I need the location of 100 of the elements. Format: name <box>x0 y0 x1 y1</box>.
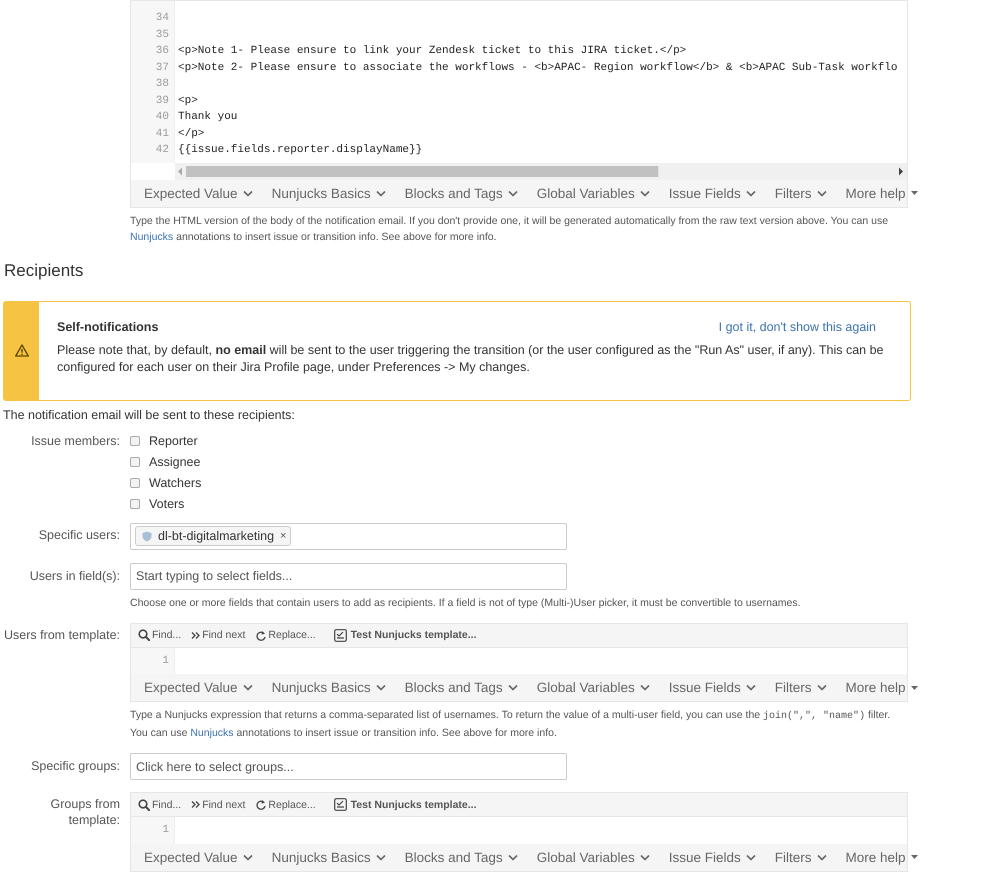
editor-tool-button[interactable]: Find next <box>189 629 248 641</box>
input-field[interactable]: Start typing to select fields... <box>130 562 567 590</box>
help-menu-button[interactable]: Nunjucks Basics <box>264 680 393 695</box>
chevron-down-icon <box>746 190 756 196</box>
checkbox[interactable] <box>130 436 140 446</box>
refresh-icon <box>255 799 266 810</box>
search-icon <box>138 798 150 810</box>
checkbox[interactable] <box>130 499 140 509</box>
field-label: Specific users: <box>38 526 120 544</box>
section-heading: Recipients <box>4 260 84 280</box>
help-menu-button[interactable]: Global Variables <box>530 186 657 200</box>
help-menu-button[interactable]: More help <box>838 850 925 864</box>
checkbox[interactable] <box>130 478 140 488</box>
help-menu-button[interactable]: Nunjucks Basics <box>264 186 393 200</box>
editor-tool-button[interactable]: Replace... <box>253 629 318 641</box>
users-field[interactable]: dl-bt-digitalmarketing × <box>130 522 567 550</box>
editor-tool-button[interactable]: Find... <box>136 798 184 810</box>
editor-tool-button[interactable]: Find... <box>136 629 184 641</box>
code-line: <p>Note 2- Please ensure to associate the workflows - <b>APAC- Region workflow</b> & <b>APAC Sub-Task workflo <box>177 60 898 76</box>
checkbox-label: Reporter <box>149 434 198 448</box>
help-menu-button[interactable]: Expected Value <box>137 680 260 695</box>
refresh-icon <box>255 630 266 640</box>
field-label: Specific groups: <box>30 758 120 775</box>
warning-icon <box>14 344 28 357</box>
help-menu-button[interactable]: More help <box>838 680 925 695</box>
help-menu-button[interactable]: Nunjucks Basics <box>264 850 393 864</box>
caret-icon <box>910 191 918 195</box>
checkbox[interactable] <box>130 457 140 467</box>
field-label: Users from template: <box>2 626 120 644</box>
checkbox-label: Watchers <box>149 476 202 490</box>
help-menu-button[interactable]: Blocks and Tags <box>398 186 525 200</box>
chevron-down-icon <box>816 684 827 691</box>
chevron-down-icon <box>640 190 650 196</box>
help-menu-button[interactable]: Issue Fields <box>662 680 763 695</box>
editor-tool-button[interactable]: Test Nunjucks template... <box>332 628 479 642</box>
shield-icon <box>142 530 152 542</box>
code-line: {{issue.fields.reporter.displayName}} <box>177 143 422 158</box>
code-line: Thank you <box>177 110 238 125</box>
nunjucks-link[interactable]: Nunjucks <box>130 230 174 242</box>
help-text: Type the HTML version of the body of the notification email. If you don't provide one, it will be generated automatically from the raw text version above. You can use Nunjucks annotations to insert issue or transition info. See above for more info. <box>130 214 890 244</box>
line-number: 42 <box>154 143 170 158</box>
chevron-down-icon <box>242 854 253 860</box>
caret-icon <box>910 686 918 690</box>
code-line: <p>Note 1- Please ensure to link your Zendesk ticket to this JIRA ticket.</p> <box>177 44 686 59</box>
help-menu-button[interactable]: Blocks and Tags <box>398 850 525 864</box>
checklist-icon <box>334 628 347 642</box>
help-menu-button[interactable]: Blocks and Tags <box>398 680 525 695</box>
alert-message: Please note that, by default, no email will be sent to the user triggering the transition (or the user configured as the "Run As" user, if any). This can be configured for each user on their Jira Profile page, under Preferences -> My changes. <box>57 342 884 376</box>
chevron-down-icon <box>508 684 518 691</box>
chevron-down-icon <box>816 854 827 860</box>
alert-title: Self-notifications <box>57 320 158 334</box>
help-text: Type a Nunjucks expression that returns a comma-separated list of usernames. To return the value of a multi-user field, you can use the join(",", "name") filter. You can use Nunjucks annotations to insert issue or transition info. See above for more info. <box>130 708 892 741</box>
chevron-down-icon <box>640 854 650 860</box>
help-menu-button[interactable]: More help <box>838 186 925 200</box>
help-text: Choose one or more fields that contain users to add as recipients. If a field is not of type (Multi-)User picker, it must be convertible to usernames. <box>130 596 802 610</box>
help-menu-button[interactable]: Expected Value <box>137 850 260 864</box>
double-chevron-icon <box>191 800 200 809</box>
line-number: 34 <box>154 11 170 26</box>
checkbox-label: Voters <box>149 497 184 511</box>
checkbox-label: Assignee <box>149 455 200 469</box>
help-menu-button[interactable]: Filters <box>768 186 834 200</box>
editor-tool-button[interactable]: Find next <box>189 798 248 810</box>
search-icon <box>138 629 150 641</box>
line-number: 36 <box>154 44 170 59</box>
code-line: </p> <box>177 126 204 142</box>
chevron-down-icon <box>376 684 386 691</box>
nunjucks-link[interactable]: Nunjucks <box>190 727 234 739</box>
line-number: 37 <box>154 60 170 76</box>
line-number: 1 <box>161 823 170 838</box>
help-menu-button[interactable]: Filters <box>768 850 834 864</box>
input-field[interactable]: Click here to select groups... <box>130 753 567 780</box>
help-menu-button[interactable]: Filters <box>768 680 834 695</box>
chevron-down-icon <box>376 190 386 196</box>
help-menu-button[interactable]: Global Variables <box>530 850 657 864</box>
tag-text: dl-bt-digitalmarketing <box>158 529 274 543</box>
dismiss-link[interactable]: I got it, don't show this again <box>718 320 890 334</box>
chevron-down-icon <box>508 854 518 860</box>
help-menu-button[interactable]: Global Variables <box>530 680 657 695</box>
chevron-down-icon <box>242 684 253 691</box>
line-number: 1 <box>161 654 170 668</box>
line-number: 40 <box>154 110 170 125</box>
remove-button[interactable]: × <box>280 530 286 542</box>
editor-tool-button[interactable]: Replace... <box>253 798 318 810</box>
caret-icon <box>910 855 918 859</box>
chevron-down-icon <box>242 190 253 196</box>
help-menu-button[interactable]: Issue Fields <box>662 186 763 200</box>
double-chevron-icon <box>191 630 200 640</box>
intro-text: The notification email will be sent to these recipients: <box>3 408 296 422</box>
chevron-down-icon <box>640 684 650 691</box>
field-label: Groups from template: <box>50 796 120 829</box>
help-menu-button[interactable]: Expected Value <box>137 186 260 200</box>
line-number: 35 <box>154 28 170 42</box>
chevron-down-icon <box>746 854 756 860</box>
editor-tool-button[interactable]: Test Nunjucks template... <box>332 798 479 811</box>
chevron-down-icon <box>816 190 827 196</box>
field-label: Users in field(s): <box>28 568 120 585</box>
help-menu-button[interactable]: Issue Fields <box>662 850 763 864</box>
chevron-down-icon <box>508 190 518 196</box>
chevron-down-icon <box>376 854 386 860</box>
line-number: 39 <box>154 94 170 108</box>
